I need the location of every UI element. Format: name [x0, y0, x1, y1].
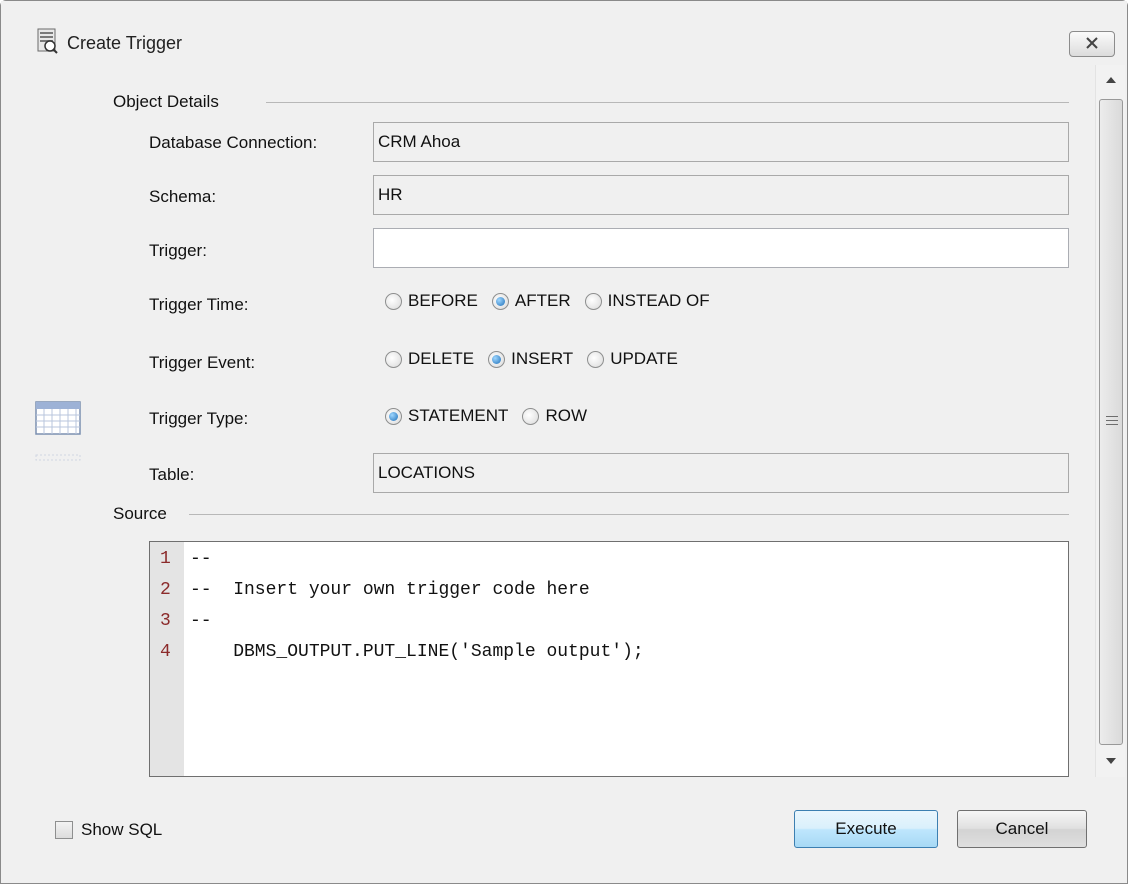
trigger-icon	[37, 28, 59, 54]
code-line: 2 -- Insert your own trigger code here	[150, 575, 590, 605]
grip-line	[1106, 420, 1118, 421]
grip-line	[1106, 424, 1118, 425]
trigger-event-update-radio[interactable]: UPDATE	[587, 349, 678, 369]
line-number: 3	[160, 611, 171, 631]
object-details-divider	[266, 102, 1069, 103]
radio-button-icon[interactable]	[385, 350, 402, 368]
trigger-event-option-label: DELETE	[408, 349, 475, 368]
code-text: --	[190, 549, 212, 569]
object-details-title: Object Details	[113, 92, 225, 112]
trigger-time-instead-of-radio[interactable]: INSTEAD OF	[584, 291, 710, 311]
radio-button-icon[interactable]	[522, 407, 540, 425]
close-icon	[1085, 34, 1099, 54]
code-text: DBMS_OUTPUT.PUT_LINE('Sample output');	[190, 642, 644, 662]
trigger-time-after-radio[interactable]: AFTER	[491, 291, 571, 311]
trigger-type-group: STATEMENT ROW	[385, 406, 601, 426]
table-icon	[35, 401, 83, 468]
code-text: --	[190, 611, 212, 631]
execute-button[interactable]: Execute	[794, 810, 938, 848]
trigger-type-statement-radio[interactable]: STATEMENT	[385, 406, 508, 426]
source-title: Source	[113, 504, 173, 524]
line-number: 1	[160, 549, 171, 569]
trigger-event-option-label: INSERT	[511, 349, 574, 368]
code-line: 3 --	[150, 606, 212, 636]
line-number: 2	[160, 580, 171, 600]
trigger-type-option-label: ROW	[545, 406, 587, 425]
trigger-type-option-label: STATEMENT	[408, 406, 509, 425]
code-line: 1 --	[150, 544, 212, 574]
arrow-down-icon[interactable]	[1106, 758, 1116, 764]
trigger-event-option-label: UPDATE	[610, 349, 678, 368]
vertical-scrollbar[interactable]	[1095, 65, 1125, 777]
grip-line	[1106, 416, 1118, 417]
trigger-time-option-label: AFTER	[514, 291, 571, 310]
code-line: 4 DBMS_OUTPUT.PUT_LINE('Sample output');	[150, 637, 644, 667]
cancel-button[interactable]: Cancel	[957, 810, 1087, 848]
create-trigger-dialog: Create Trigger Object Details Database C…	[0, 0, 1128, 884]
source-code-editor[interactable]: 1 -- 2 -- Insert your own trigger code h…	[149, 541, 1069, 777]
title-bar: Create Trigger	[1, 1, 1127, 65]
radio-button-icon[interactable]	[584, 292, 602, 310]
trigger-type-row-radio[interactable]: ROW	[522, 406, 587, 426]
radio-button-icon[interactable]	[491, 292, 509, 310]
trigger-label: Trigger:	[149, 241, 207, 260]
radio-button-icon[interactable]	[488, 350, 506, 368]
radio-button-icon[interactable]	[587, 350, 605, 368]
trigger-time-option-label: BEFORE	[408, 291, 478, 310]
trigger-type-label: Trigger Type:	[149, 409, 249, 428]
close-button[interactable]	[1069, 31, 1115, 57]
arrow-up-icon[interactable]	[1106, 77, 1116, 83]
trigger-event-label: Trigger Event:	[149, 353, 256, 372]
source-divider	[189, 514, 1069, 515]
trigger-event-group: DELETE INSERT UPDATE	[385, 349, 692, 369]
table-label: Table:	[149, 465, 195, 484]
show-sql-label[interactable]: Show SQL	[81, 820, 162, 840]
database-connection-field: CRM Ahoa	[373, 122, 1069, 162]
schema-label: Schema:	[149, 187, 217, 206]
trigger-time-label: Trigger Time:	[149, 295, 249, 314]
table-field: LOCATIONS	[373, 453, 1069, 493]
show-sql-checkbox[interactable]	[55, 821, 73, 839]
code-text: -- Insert your own trigger code here	[190, 580, 590, 600]
radio-button-icon[interactable]	[385, 292, 402, 310]
radio-button-icon[interactable]	[385, 407, 402, 425]
line-number: 4	[160, 642, 171, 662]
trigger-time-option-label: INSTEAD OF	[607, 291, 710, 310]
trigger-event-insert-radio[interactable]: INSERT	[488, 349, 573, 369]
trigger-time-group: BEFORE AFTER INSTEAD OF	[385, 291, 724, 311]
scrollbar-thumb[interactable]	[1099, 99, 1123, 745]
dialog-title: Create Trigger	[67, 33, 183, 53]
schema-field: HR	[373, 175, 1069, 215]
database-connection-label: Database Connection:	[149, 133, 318, 152]
trigger-event-delete-radio[interactable]: DELETE	[385, 349, 474, 369]
trigger-name-input[interactable]	[373, 228, 1069, 268]
trigger-time-before-radio[interactable]: BEFORE	[385, 291, 478, 311]
